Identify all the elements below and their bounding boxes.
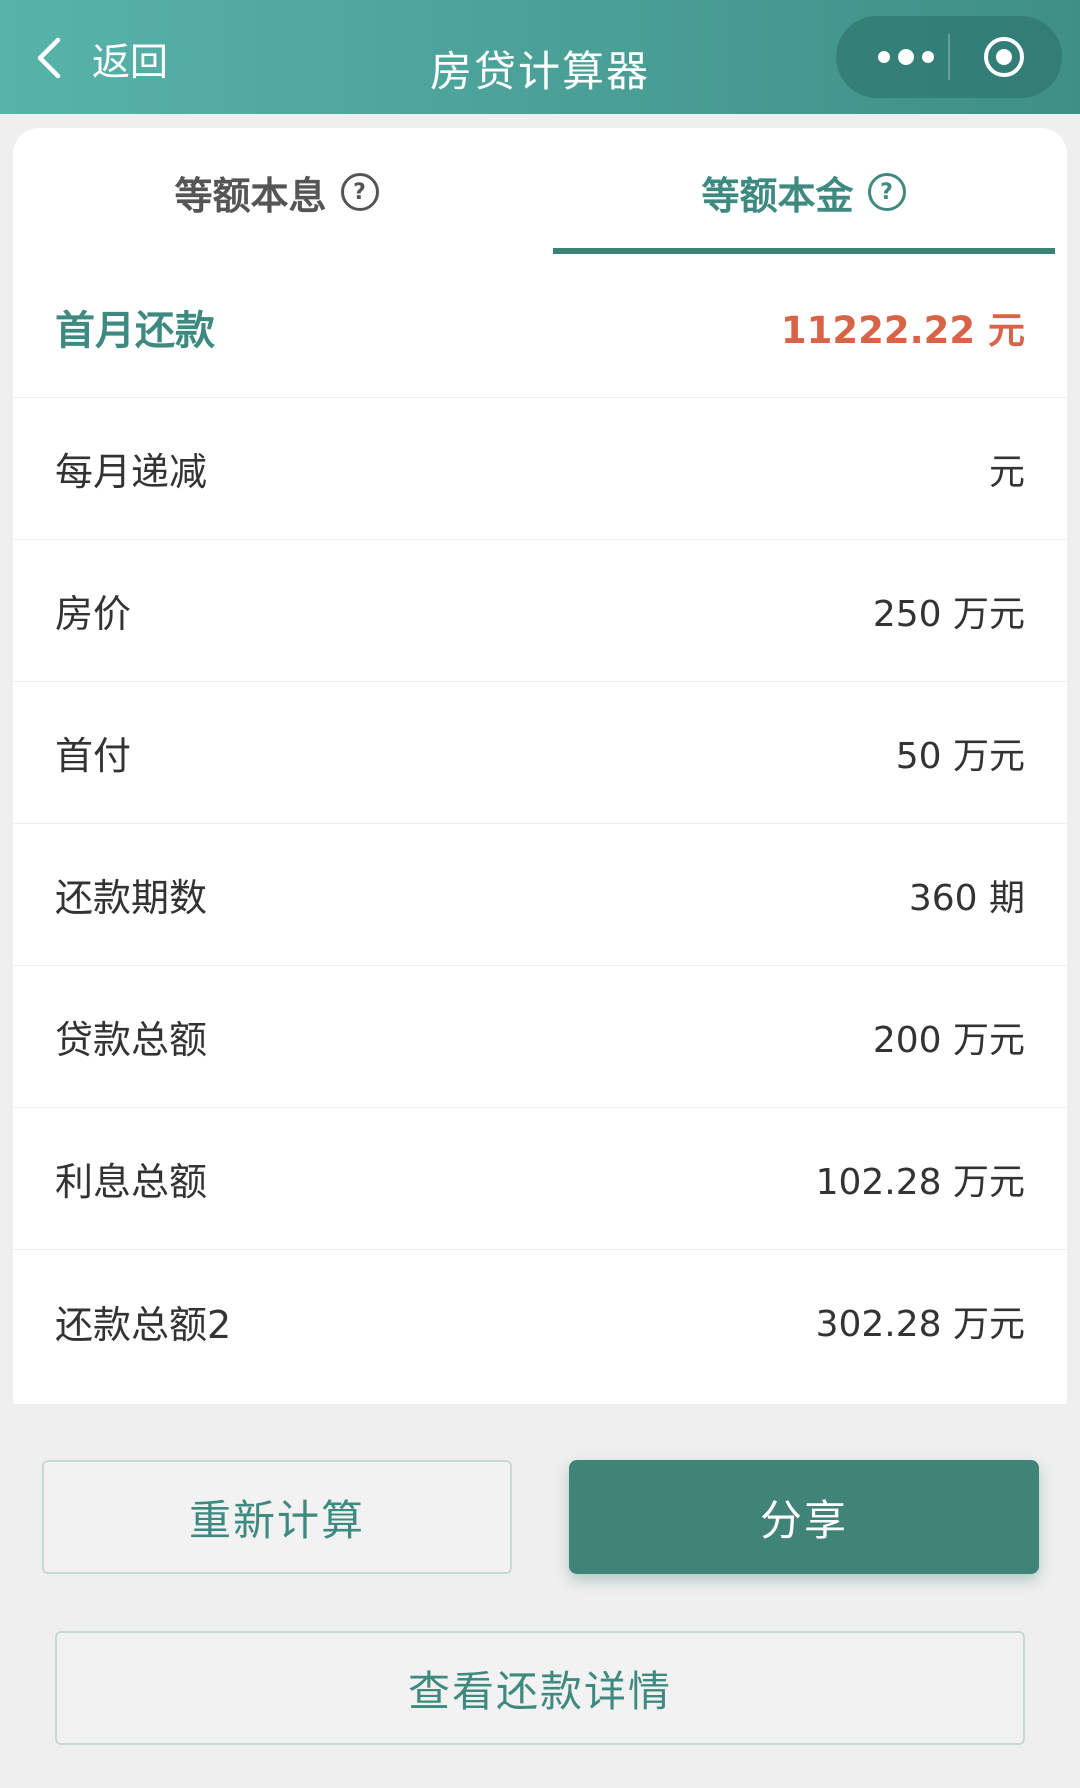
- tab-equal-installment[interactable]: 等额本息 ?: [13, 128, 540, 256]
- share-button[interactable]: 分享: [569, 1460, 1039, 1574]
- row-label: 首付: [55, 734, 132, 778]
- result-card: 等额本息 ? 等额本金 ? 首月还款 11222.22 元 每月递减 元 房价 …: [13, 128, 1067, 1404]
- tab-label: 等额本金: [701, 173, 854, 218]
- row-loan-total: 贷款总额 200 万元: [13, 966, 1067, 1108]
- row-label: 贷款总额: [55, 1018, 208, 1062]
- row-first-month-payment: 首月还款 11222.22 元: [13, 256, 1067, 398]
- view-repayment-details-button[interactable]: 查看还款详情: [55, 1631, 1025, 1745]
- recalculate-button[interactable]: 重新计算: [42, 1460, 512, 1574]
- row-value: 250 万元: [872, 593, 1025, 635]
- row-interest-total: 利息总额 102.28 万元: [13, 1108, 1067, 1250]
- row-down-payment: 首付 50 万元: [13, 682, 1067, 824]
- row-label: 利息总额: [55, 1160, 208, 1204]
- row-label: 房价: [55, 592, 132, 636]
- row-value: 360 期: [908, 877, 1025, 919]
- help-icon[interactable]: ?: [867, 173, 906, 211]
- row-value: 50 万元: [895, 735, 1025, 777]
- row-house-price: 房价 250 万元: [13, 540, 1067, 682]
- row-label: 首月还款: [55, 307, 215, 354]
- row-value: 元: [988, 451, 1025, 493]
- capsule-divider: [948, 34, 950, 80]
- more-dots-icon[interactable]: [866, 16, 946, 98]
- help-icon[interactable]: ?: [340, 173, 379, 211]
- row-repayment-periods: 还款期数 360 期: [13, 824, 1067, 966]
- active-tab-indicator: [553, 248, 1055, 254]
- nav-bar: 返回 房贷计算器: [0, 0, 1080, 114]
- row-label: 每月递减: [55, 450, 208, 494]
- mini-program-capsule: [836, 16, 1062, 98]
- row-repayment-total: 还款总额2 302.28 万元: [13, 1250, 1067, 1392]
- repayment-tabs: 等额本息 ? 等额本金 ?: [13, 128, 1067, 256]
- tab-equal-principal[interactable]: 等额本金 ?: [540, 128, 1067, 256]
- row-value: 11222.22 元: [780, 308, 1025, 352]
- row-monthly-decrease: 每月递减 元: [13, 398, 1067, 540]
- row-value: 302.28 万元: [815, 1304, 1025, 1345]
- target-icon[interactable]: [982, 35, 1026, 79]
- row-label: 还款期数: [55, 876, 208, 920]
- row-value: 200 万元: [872, 1019, 1025, 1061]
- row-label: 还款总额2: [55, 1302, 232, 1347]
- tab-label: 等额本息: [174, 173, 327, 218]
- result-list: 首月还款 11222.22 元 每月递减 元 房价 250 万元 首付 50 万…: [13, 256, 1067, 1392]
- row-value: 102.28 万元: [815, 1161, 1025, 1203]
